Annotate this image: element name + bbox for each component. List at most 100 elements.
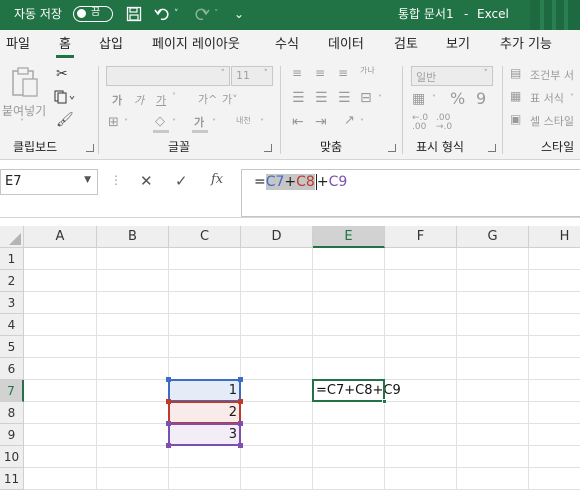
cell-b8[interactable] [97, 402, 169, 424]
cell-a4[interactable] [24, 314, 97, 336]
cell-b4[interactable] [97, 314, 169, 336]
cell-c10[interactable] [169, 446, 241, 468]
cell-g5[interactable] [457, 336, 529, 358]
cell-c11[interactable] [169, 468, 241, 490]
font-size-combo[interactable]: 11 ˅ [231, 66, 273, 86]
tab-home[interactable]: 홈 [56, 30, 74, 60]
italic-button[interactable]: 가 [134, 92, 144, 108]
cancel-icon[interactable]: ✕ [140, 172, 153, 190]
cell-g6[interactable] [457, 358, 529, 380]
customize-qat-icon[interactable]: ⌄ [234, 0, 244, 30]
align-bottom-icon[interactable]: ≡ [338, 66, 348, 80]
paste-label[interactable]: 붙여넣기 [2, 102, 46, 119]
cell-h9[interactable] [529, 424, 580, 446]
shrink-font-button[interactable]: 가˅ [222, 91, 238, 107]
select-all-button[interactable] [0, 226, 24, 248]
cell-h6[interactable] [529, 358, 580, 380]
cell-e1[interactable] [313, 248, 385, 270]
row-header-8[interactable]: 8 [0, 402, 24, 424]
cell-d8[interactable] [241, 402, 313, 424]
cell-c6[interactable] [169, 358, 241, 380]
cell-f1[interactable] [385, 248, 457, 270]
cell-a5[interactable] [24, 336, 97, 358]
cell-c5[interactable] [169, 336, 241, 358]
tab-insert[interactable]: 삽입 [99, 30, 123, 60]
column-header-b[interactable]: B [97, 226, 169, 248]
font-color-button[interactable]: 가 [194, 114, 204, 130]
cell-c2[interactable] [169, 270, 241, 292]
row-header-1[interactable]: 1 [0, 248, 24, 270]
grow-font-button[interactable]: 가^ [198, 91, 217, 107]
undo-icon[interactable] [154, 0, 170, 30]
cell-f10[interactable] [385, 446, 457, 468]
cell-h10[interactable] [529, 446, 580, 468]
cell-b2[interactable] [97, 270, 169, 292]
column-header-d[interactable]: D [241, 226, 313, 248]
tab-file[interactable]: 파일 [6, 30, 30, 60]
ref-c9-handle-1[interactable] [238, 421, 243, 426]
name-box-dropdown-icon[interactable]: ▼ [84, 175, 91, 185]
cell-h7[interactable] [529, 380, 580, 402]
cell-b10[interactable] [97, 446, 169, 468]
autosave-toggle[interactable]: 끔 [73, 6, 113, 22]
row-header-11[interactable]: 11 [0, 468, 24, 490]
fill-handle[interactable] [382, 399, 387, 404]
cell-c1[interactable] [169, 248, 241, 270]
cell-g2[interactable] [457, 270, 529, 292]
align-middle-icon[interactable]: ≡ [315, 66, 325, 80]
cell-g7[interactable] [457, 380, 529, 402]
row-header-9[interactable]: 9 [0, 424, 24, 446]
align-left-icon[interactable]: ☰ [292, 90, 305, 106]
cell-f8[interactable] [385, 402, 457, 424]
cell-a9[interactable] [24, 424, 97, 446]
cell-h11[interactable] [529, 468, 580, 490]
cell-g1[interactable] [457, 248, 529, 270]
decrease-decimal-icon[interactable]: .00 →.0 [436, 114, 452, 132]
cell-g11[interactable] [457, 468, 529, 490]
row-header-3[interactable]: 3 [0, 292, 24, 314]
align-top-icon[interactable]: ≡ [292, 66, 302, 80]
merge-center-icon[interactable]: ⊟ [360, 90, 372, 106]
orientation-button[interactable]: 가나 [360, 65, 375, 76]
column-header-g[interactable]: G [457, 226, 529, 248]
column-header-a[interactable]: A [24, 226, 97, 248]
fill-color-icon[interactable]: ◇ [155, 114, 165, 129]
conditional-format-label[interactable]: 조건부 서 [530, 67, 574, 83]
undo-dropdown-icon[interactable]: ˅ [174, 0, 179, 30]
conditional-format-icon[interactable]: ▤ [510, 66, 521, 80]
tab-formulas[interactable]: 수식 [275, 30, 299, 60]
font-launcher-icon[interactable] [264, 144, 272, 152]
cell-h4[interactable] [529, 314, 580, 336]
cell-e10[interactable] [313, 446, 385, 468]
column-header-c[interactable]: C [169, 226, 241, 248]
cell-f2[interactable] [385, 270, 457, 292]
cell-d9[interactable] [241, 424, 313, 446]
cell-g4[interactable] [457, 314, 529, 336]
cell-h3[interactable] [529, 292, 580, 314]
number-format-combo[interactable]: 일반 ˅ [411, 66, 493, 86]
column-header-f[interactable]: F [385, 226, 457, 248]
decrease-indent-icon[interactable]: ⇤ [292, 114, 304, 130]
cell-e8[interactable] [313, 402, 385, 424]
cell-e7[interactable]: =C7+C8+C9 [313, 380, 401, 402]
row-header-6[interactable]: 6 [0, 358, 24, 380]
cell-c8[interactable]: 2 [169, 402, 241, 424]
cell-a1[interactable] [24, 248, 97, 270]
cell-d11[interactable] [241, 468, 313, 490]
increase-indent-icon[interactable]: ⇥ [315, 114, 327, 130]
align-center-icon[interactable]: ☰ [315, 90, 328, 106]
percent-button[interactable]: % [450, 89, 465, 108]
cell-d6[interactable] [241, 358, 313, 380]
row-header-2[interactable]: 2 [0, 270, 24, 292]
tab-page-layout[interactable]: 페이지 레이아웃 [152, 30, 240, 60]
format-painter-icon[interactable]: 🖌 [56, 112, 74, 128]
cell-e11[interactable] [313, 468, 385, 490]
save-icon[interactable] [126, 0, 142, 30]
cell-g3[interactable] [457, 292, 529, 314]
cell-h2[interactable] [529, 270, 580, 292]
cell-h5[interactable] [529, 336, 580, 358]
cell-f7[interactable] [385, 380, 457, 402]
cell-e3[interactable] [313, 292, 385, 314]
cell-d1[interactable] [241, 248, 313, 270]
column-header-e[interactable]: E [313, 226, 385, 248]
